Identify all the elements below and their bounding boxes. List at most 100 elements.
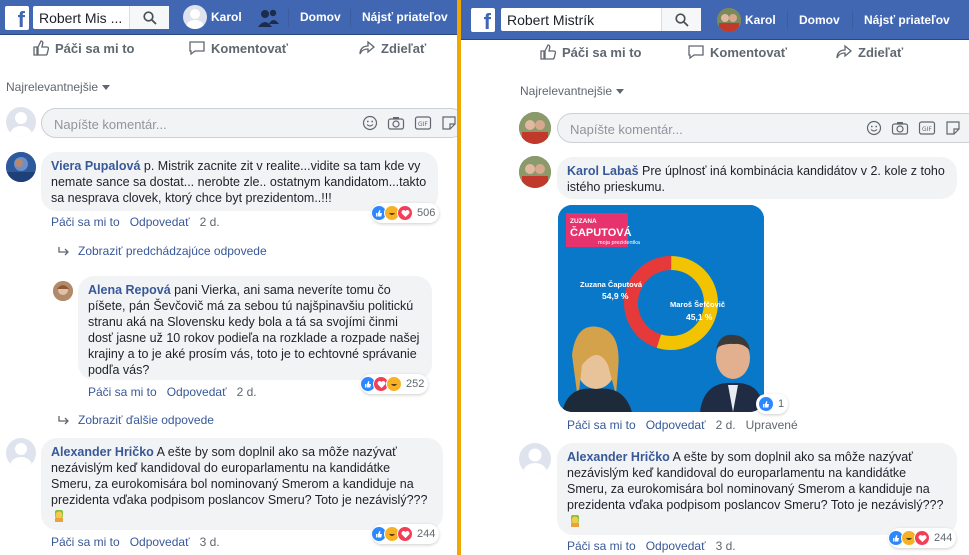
emoji-icon[interactable]	[362, 115, 378, 131]
comment-reply-link[interactable]: Odpovedať	[646, 418, 706, 432]
comment-author[interactable]: Alexander Hričko	[51, 445, 154, 459]
comment-meta: Páči sa mi to Odpovedať 2 d.	[51, 215, 220, 229]
comment-reply-link[interactable]: Odpovedať	[646, 539, 706, 553]
reply-time[interactable]: 2 d.	[237, 385, 257, 399]
comment-time[interactable]: 3 d.	[200, 535, 220, 549]
comment-author[interactable]: Viera Pupalová	[51, 159, 140, 173]
haha-reaction-icon	[386, 376, 402, 392]
reaction-count: 244	[934, 532, 953, 544]
search-box	[33, 6, 169, 29]
poster-brand-tag: moja prezidentka	[598, 240, 641, 246]
comment-input-box[interactable]: Napíšte komentár... GIF	[557, 113, 969, 143]
reply-arrow-icon	[58, 416, 69, 425]
nav-home[interactable]: Domov	[799, 13, 840, 27]
search-box	[501, 8, 701, 31]
attached-poll-image[interactable]: ZUZANA ČAPUTOVÁ moja prezidentka Zuzana …	[558, 205, 764, 412]
poll-graphic: ZUZANA ČAPUTOVÁ moja prezidentka Zuzana …	[558, 205, 764, 412]
commenter-avatar[interactable]	[6, 152, 36, 182]
comment-time[interactable]: 2 d.	[200, 215, 220, 229]
view-previous-label: Zobraziť predchádzajúce odpovede	[78, 244, 267, 258]
facebook-top-bar: f Karol Domov Nájsť priateľov	[461, 0, 969, 40]
friend-requests-icon[interactable]	[258, 8, 280, 31]
comment-like-link[interactable]: Páči sa mi to	[51, 535, 120, 549]
comment-reply-link[interactable]: Odpovedať	[130, 215, 190, 229]
search-input[interactable]	[33, 6, 129, 29]
comment-reply-link[interactable]: Odpovedať	[130, 535, 190, 549]
comment-like-link[interactable]: Páči sa mi to	[567, 539, 636, 553]
facebook-logo-icon[interactable]: f	[5, 6, 29, 30]
share-label: Zdieľať	[381, 40, 427, 56]
left-window: f Karol Domov Nájsť priateľov Páči sa mi…	[0, 0, 457, 555]
reaction-summary[interactable]: 1	[756, 394, 789, 414]
search-input[interactable]	[501, 8, 659, 31]
reaction-count: 1	[778, 398, 785, 410]
like-action[interactable]: Páči sa mi to	[32, 39, 134, 57]
nav-find-friends[interactable]: Nájsť priateľov	[362, 10, 448, 24]
search-icon	[142, 10, 157, 25]
reaction-summary[interactable]: 506	[371, 203, 440, 223]
view-previous-replies[interactable]: Zobraziť predchádzajúce odpovede	[58, 244, 267, 258]
reaction-summary[interactable]: 244	[371, 524, 440, 544]
facebook-logo-icon[interactable]: f	[471, 8, 495, 32]
comment-label: Komentovať	[211, 40, 289, 56]
nav-find-friends[interactable]: Nájsť priateľov	[864, 13, 950, 27]
like-action[interactable]: Páči sa mi to	[539, 43, 641, 61]
comment-tools: GIF	[866, 120, 961, 136]
reaction-summary[interactable]: 244	[888, 528, 957, 548]
commenter-avatar[interactable]	[519, 156, 551, 188]
comment-author[interactable]: Karol Labaš	[567, 164, 639, 178]
commenter-avatar[interactable]	[6, 438, 36, 468]
comment-like-link[interactable]: Páči sa mi to	[51, 215, 120, 229]
poster-candidate-b-value: 45,1 %	[686, 312, 713, 322]
sticker-icon[interactable]	[945, 120, 961, 136]
reply-like-link[interactable]: Páči sa mi to	[88, 385, 157, 399]
nav-profile-name[interactable]: Karol	[211, 10, 242, 24]
comment-time[interactable]: 2 d.	[716, 418, 736, 432]
comment-bubble: Alexander Hričko A ešte by som doplnil a…	[41, 438, 443, 530]
reaction-count: 244	[417, 528, 436, 540]
svg-text:GIF: GIF	[922, 126, 932, 133]
comment-action[interactable]: Komentovať	[188, 39, 288, 57]
sort-selector[interactable]: Najrelevantnejšie	[520, 84, 625, 98]
reply-avatar[interactable]	[53, 281, 73, 301]
love-reaction-icon	[914, 530, 930, 546]
camera-icon[interactable]	[891, 120, 909, 136]
search-icon	[674, 12, 689, 27]
thumbs-up-icon	[540, 44, 557, 60]
share-label: Zdieľať	[858, 44, 904, 60]
comment-author[interactable]: Alexander Hričko	[567, 450, 670, 464]
commenter-avatar[interactable]	[519, 443, 551, 475]
comment-label: Komentovať	[710, 44, 788, 60]
comment-meta: Páči sa mi to Odpovedať 2 d. Upravené	[567, 418, 798, 432]
comment-icon	[189, 41, 205, 56]
profile-avatar[interactable]	[717, 8, 741, 32]
thumbs-up-icon	[33, 40, 50, 56]
reply-author[interactable]: Alena Repová	[88, 283, 171, 297]
view-more-replies[interactable]: Zobraziť ďalšie odpovede	[58, 413, 214, 427]
smiley-emoji-icon	[55, 510, 63, 522]
search-button[interactable]	[129, 6, 169, 29]
profile-avatar[interactable]	[183, 5, 207, 29]
comment-input-box[interactable]: Napíšte komentár... GIF	[41, 108, 457, 138]
gif-icon[interactable]: GIF	[918, 120, 936, 136]
reply-text: pani Vierka, ani sama neveríte tomu čo p…	[88, 283, 420, 377]
comment-action[interactable]: Komentovať	[687, 43, 787, 61]
reaction-summary[interactable]: 252	[360, 374, 429, 394]
comment-bubble: Viera Pupalová p. Mistrik zacnite zit v …	[41, 152, 438, 211]
search-button[interactable]	[661, 8, 701, 31]
comment-like-link[interactable]: Páči sa mi to	[567, 418, 636, 432]
reply-reply-link[interactable]: Odpovedať	[167, 385, 227, 399]
nav-profile-name[interactable]: Karol	[745, 13, 776, 27]
share-action[interactable]: Zdieľať	[358, 39, 426, 57]
camera-icon[interactable]	[387, 115, 405, 131]
edited-label[interactable]: Upravené	[746, 418, 798, 432]
sticker-icon[interactable]	[441, 115, 457, 131]
nav-home[interactable]: Domov	[300, 10, 341, 24]
comment-tools: GIF	[362, 115, 457, 131]
share-action[interactable]: Zdieľať	[835, 43, 903, 61]
comment-time[interactable]: 3 d.	[716, 539, 736, 553]
comment-placeholder: Napíšte komentár...	[570, 122, 683, 137]
sort-selector[interactable]: Najrelevantnejšie	[6, 80, 111, 94]
emoji-icon[interactable]	[866, 120, 882, 136]
gif-icon[interactable]: GIF	[414, 115, 432, 131]
